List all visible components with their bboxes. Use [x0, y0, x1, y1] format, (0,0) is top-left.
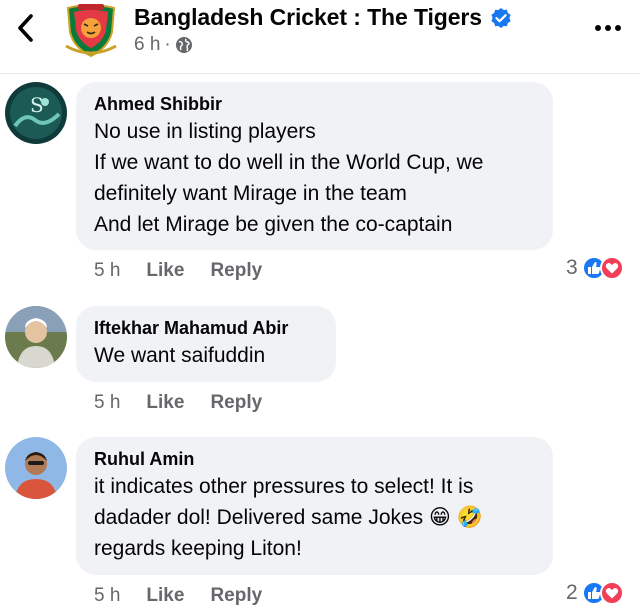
reply-link[interactable]: Reply: [210, 260, 262, 282]
page-logo[interactable]: [60, 2, 122, 58]
reaction-count: 3: [566, 256, 578, 279]
avatar[interactable]: [5, 437, 67, 499]
love-reaction-icon: [599, 581, 624, 605]
like-link[interactable]: Like: [146, 392, 184, 414]
avatar[interactable]: S: [5, 82, 67, 144]
comment-text-line: dadader dol! Delivered same Jokes 😁 🤣: [94, 506, 483, 529]
comment-author[interactable]: Ahmed Shibbir: [94, 92, 535, 116]
svg-text:S: S: [30, 93, 44, 117]
avatar[interactable]: [5, 306, 67, 368]
comment-text-line: definitely want Mirage in the team: [94, 182, 407, 205]
post-meta: 6 h ·: [134, 34, 193, 56]
post-header: Bangladesh Cricket : The Tigers 6 h ·: [0, 0, 640, 74]
comment-time[interactable]: 5 h: [94, 585, 120, 607]
comment-bubble: Ahmed Shibbir No use in listing players …: [76, 82, 553, 250]
back-arrow-icon: [18, 14, 33, 42]
comment-text-line: We want saifuddin: [94, 344, 266, 367]
comment-text-line: If we want to do well in the World Cup, …: [94, 151, 484, 174]
post-time[interactable]: 6 h: [134, 34, 160, 56]
comment-text-line: No use in listing players: [94, 120, 316, 143]
reply-link[interactable]: Reply: [210, 585, 262, 607]
page-name-text[interactable]: Bangladesh Cricket : The Tigers: [134, 4, 482, 31]
like-link[interactable]: Like: [146, 585, 184, 607]
comment-text-line: regards keeping Liton!: [94, 537, 302, 560]
more-options-icon: [595, 25, 621, 31]
reaction-count: 2: [566, 581, 578, 604]
love-reaction-icon: [599, 256, 624, 280]
comment-bubble: Ruhul Amin it indicates other pressures …: [76, 437, 553, 575]
like-link[interactable]: Like: [146, 260, 184, 282]
comment-text-line: it indicates other pressures to select! …: [94, 475, 474, 498]
verified-badge-icon: [490, 7, 512, 29]
comment-actions: 5 h Like Reply: [94, 585, 262, 607]
comment-author[interactable]: Ruhul Amin: [94, 447, 535, 471]
more-options-button[interactable]: [586, 10, 630, 46]
reply-link[interactable]: Reply: [210, 392, 262, 414]
comment-time[interactable]: 5 h: [94, 392, 120, 414]
comment-bubble: Iftekhar Mahamud Abir We want saifuddin: [76, 306, 336, 382]
globe-icon: [175, 36, 193, 54]
meta-separator: ·: [164, 34, 171, 55]
back-button[interactable]: [8, 10, 44, 46]
comment-time[interactable]: 5 h: [94, 260, 120, 282]
comment-actions: 5 h Like Reply: [94, 392, 262, 414]
comment-author[interactable]: Iftekhar Mahamud Abir: [94, 316, 318, 340]
reaction-summary[interactable]: 2: [566, 581, 624, 605]
comment-text-line: And let Mirage be given the co-captain: [94, 213, 453, 236]
comment-actions: 5 h Like Reply: [94, 260, 262, 282]
reaction-summary[interactable]: 3: [566, 256, 624, 280]
page-name[interactable]: Bangladesh Cricket : The Tigers: [134, 4, 512, 31]
